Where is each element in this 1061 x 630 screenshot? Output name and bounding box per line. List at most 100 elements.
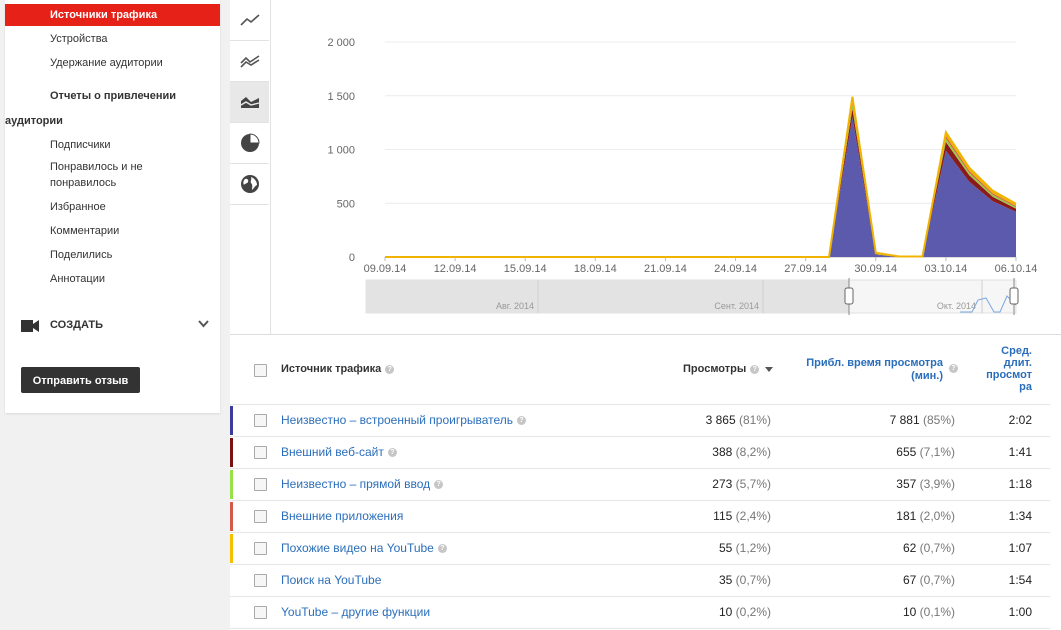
watch-time-percent: (85%)	[922, 413, 955, 427]
table-header-row: Источник трафика? Просмотры? Прибл. врем…	[230, 335, 1050, 405]
views-column-header[interactable]: Просмотры?	[683, 363, 774, 375]
chevron-down-icon	[198, 320, 209, 328]
traffic-source-link[interactable]: Внешние приложения	[281, 509, 403, 523]
sidebar-item-comments[interactable]: Комментарии	[50, 223, 119, 239]
help-icon[interactable]: ?	[385, 364, 395, 374]
traffic-source-label: Неизвестно – встроенный проигрыватель	[281, 413, 514, 427]
watch-time-column-header-label-1: Прибл. время просмотра	[806, 357, 943, 369]
watch-time-value: 181	[896, 509, 917, 523]
multiline-chart-button[interactable]	[230, 41, 269, 82]
series-area-2	[385, 104, 1016, 257]
help-icon[interactable]: ?	[517, 416, 527, 426]
sort-desc-icon	[765, 366, 774, 372]
help-icon[interactable]: ?	[750, 364, 760, 374]
row-checkbox[interactable]	[254, 446, 267, 459]
table-row: Неизвестно – прямой ввод? 273 (5,7%) 357 (…	[230, 469, 1050, 501]
row-checkbox[interactable]	[254, 510, 267, 523]
sidebar-item-likes-cont[interactable]: понравилось	[50, 175, 116, 191]
x-tick-label: 24.09.14	[714, 263, 757, 275]
views-value: 273	[712, 477, 733, 491]
traffic-source-link[interactable]: Похожие видео на YouTube?	[281, 541, 447, 555]
traffic-source-label: Похожие видео на YouTube	[281, 541, 434, 555]
select-all-checkbox[interactable]	[254, 364, 267, 377]
series-color-swatch	[230, 406, 233, 435]
views-value: 10	[718, 605, 733, 619]
help-icon[interactable]: ?	[437, 544, 447, 554]
x-tick-label: 18.09.14	[574, 263, 617, 275]
help-icon[interactable]: ?	[387, 448, 397, 458]
avg-duration-column-header-label-2: длит.	[1003, 357, 1032, 369]
x-tick-label: 09.09.14	[364, 263, 407, 275]
sidebar-item-devices[interactable]: Устройства	[50, 31, 108, 47]
avg-duration-cell: 1:41	[1008, 445, 1032, 459]
watch-time-value: 62	[902, 541, 917, 555]
avg-duration-cell: 1:00	[1008, 605, 1032, 619]
traffic-sources-table: Источник трафика? Просмотры? Прибл. врем…	[230, 334, 1061, 629]
avg-duration-cell: 1:18	[1008, 477, 1032, 491]
row-checkbox[interactable]	[254, 478, 267, 491]
traffic-source-link[interactable]: Внешний веб-сайт?	[281, 445, 397, 459]
views-percent: (5,7%)	[735, 477, 771, 491]
table-row: Неизвестно – встроенный проигрыватель? 3 …	[230, 405, 1050, 437]
watch-time-value: 7 881	[889, 413, 920, 427]
views-value: 35	[718, 573, 733, 587]
range-month-label: Окт. 2014	[937, 301, 976, 311]
geo-map-button[interactable]	[230, 164, 269, 205]
create-menu[interactable]: СОЗДАТЬ	[21, 317, 209, 335]
line-chart-button[interactable]	[230, 0, 269, 41]
watch-time-column-header[interactable]: Прибл. время просмотра (мин.)	[800, 357, 943, 383]
views-percent: (0,7%)	[735, 573, 771, 587]
x-tick-label: 30.09.14	[854, 263, 897, 275]
traffic-source-link[interactable]: Неизвестно – прямой ввод?	[281, 477, 444, 491]
traffic-source-link[interactable]: Неизвестно – встроенный проигрыватель?	[281, 413, 527, 427]
sidebar-item-likes[interactable]: Понравилось и не	[50, 159, 143, 175]
views-percent: (81%)	[738, 413, 771, 427]
help-icon[interactable]: ?	[434, 480, 444, 490]
views-cell: 3 865 (81%)	[706, 413, 771, 427]
views-cell: 273 (5,7%)	[712, 477, 771, 491]
sidebar-item-subscribers[interactable]: Подписчики	[50, 137, 111, 153]
watch-time-cell: 62 (0,7%)	[903, 541, 955, 555]
pie-chart-button[interactable]	[230, 123, 269, 164]
stacked-area-chart-button[interactable]	[230, 82, 269, 123]
range-month-label: Сент. 2014	[714, 301, 759, 311]
y-tick-label: 1 000	[327, 145, 355, 157]
source-column-header[interactable]: Источник трафика?	[281, 363, 395, 375]
row-checkbox[interactable]	[254, 574, 267, 587]
watch-time-value: 10	[902, 605, 917, 619]
main-panel: 2 000 1 500 1 000 500 0 09.09.14 12.09.14 15.09…	[230, 0, 1061, 630]
avg-duration-column-header[interactable]: Сред. длит. просмот ра	[972, 345, 1032, 393]
row-checkbox[interactable]	[254, 542, 267, 555]
views-cell: 55 (1,2%)	[719, 541, 771, 555]
sidebar-item-label: Источники трафика	[50, 9, 158, 21]
watch-time-percent: (0,1%)	[919, 605, 955, 619]
traffic-source-label: YouTube – другие функции	[281, 605, 431, 619]
avg-duration-column-header-label-4: ра	[1019, 381, 1032, 393]
range-handle	[844, 287, 854, 305]
sidebar-item-sharing[interactable]: Поделились	[50, 247, 112, 263]
watch-time-column-header-label-2: (мин.)	[911, 370, 943, 382]
stacked-area-chart: 2 000 1 500 1 000 500 0 09.09.14 12.09.14 15.09…	[327, 37, 1037, 315]
row-checkbox[interactable]	[254, 414, 267, 427]
sidebar-item-annotations[interactable]: Аннотации	[50, 271, 105, 287]
range-handle	[1009, 287, 1019, 305]
sidebar-section-title-cont: аудитории	[5, 115, 63, 127]
help-icon[interactable]: ?	[949, 364, 958, 373]
sidebar-item-audience-retention[interactable]: Удержание аудитории	[50, 55, 163, 71]
views-cell: 388 (8,2%)	[712, 445, 771, 459]
source-column-header-label: Источник трафика	[281, 363, 382, 375]
traffic-source-link[interactable]: YouTube – другие функции	[281, 605, 430, 619]
sidebar-item-favorites[interactable]: Избранное	[50, 199, 106, 215]
row-checkbox[interactable]	[254, 606, 267, 619]
multiline-chart-icon	[239, 55, 259, 68]
views-value: 55	[718, 541, 733, 555]
range-unselected	[366, 280, 849, 313]
traffic-source-link[interactable]: Поиск на YouTube	[281, 573, 381, 587]
send-feedback-button[interactable]: Отправить отзыв	[21, 367, 140, 393]
views-cell: 35 (0,7%)	[719, 573, 771, 587]
traffic-source-label: Внешние приложения	[281, 509, 404, 523]
views-percent: (1,2%)	[735, 541, 771, 555]
watch-time-cell: 10 (0,1%)	[903, 605, 955, 619]
sidebar-item-traffic-sources[interactable]: Источники трафика	[5, 4, 220, 26]
watch-time-value: 655	[896, 445, 917, 459]
